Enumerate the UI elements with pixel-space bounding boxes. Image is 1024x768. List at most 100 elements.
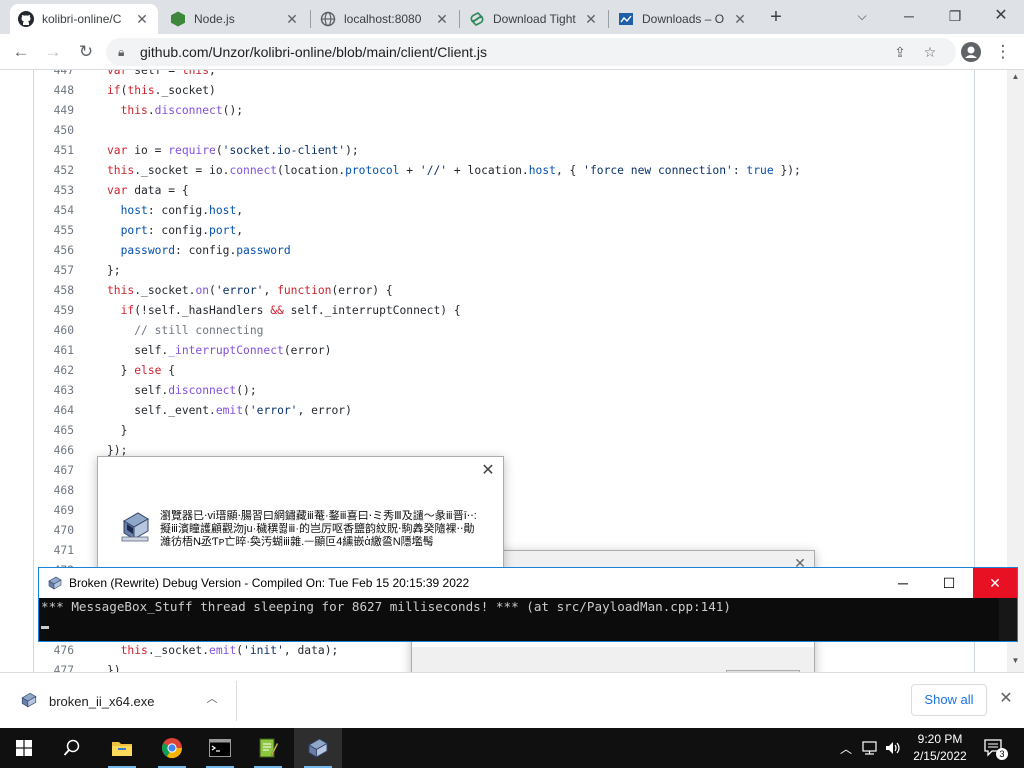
- clock-date: 2/15/2022: [913, 749, 967, 763]
- line-number[interactable]: 448: [34, 81, 74, 101]
- line-number[interactable]: 477: [34, 661, 74, 672]
- tab-localhost[interactable]: localhost:8080 ✕: [312, 4, 458, 34]
- minimize-button[interactable]: ─: [881, 568, 925, 598]
- tab-search-icon[interactable]: ⌵: [840, 0, 884, 32]
- new-tab-button[interactable]: +: [764, 6, 788, 30]
- line-number[interactable]: 461: [34, 341, 74, 361]
- code-line: 452 this._socket = io.connect(location.pr…: [34, 161, 801, 181]
- code-text: port: config.port,: [120, 224, 244, 237]
- line-number[interactable]: 465: [34, 421, 74, 441]
- computer-icon: [118, 509, 152, 543]
- back-button[interactable]: ←: [8, 39, 34, 65]
- close-icon[interactable]: ✕: [284, 11, 300, 27]
- tab-downloads[interactable]: Downloads – O ✕: [610, 4, 756, 34]
- code-text: self._event.emit('error', error): [107, 404, 352, 417]
- volume-icon[interactable]: [882, 728, 906, 768]
- line-number[interactable]: 456: [34, 241, 74, 261]
- reload-button[interactable]: ↻: [73, 39, 99, 65]
- line-number[interactable]: 454: [34, 201, 74, 221]
- computer-icon: [47, 575, 63, 591]
- menu-kebab-icon[interactable]: ⋮: [990, 39, 1016, 65]
- line-number[interactable]: 449: [34, 101, 74, 121]
- line-number[interactable]: 453: [34, 181, 74, 201]
- console-titlebar[interactable]: Broken (Rewrite) Debug Version - Compile…: [39, 568, 1017, 598]
- folder-icon: [112, 742, 132, 756]
- line-number[interactable]: 476: [34, 641, 74, 661]
- line-number[interactable]: 463: [34, 381, 74, 401]
- line-number[interactable]: 462: [34, 361, 74, 381]
- maximize-button[interactable]: ☐: [927, 568, 971, 598]
- forward-button[interactable]: →: [40, 39, 66, 65]
- tab-title: Download Tight: [493, 12, 576, 26]
- line-number[interactable]: 467: [34, 461, 74, 481]
- browser-toolbar: ← → ↻ 🔒︎ github.com/Unzor/kolibri-online…: [0, 34, 1024, 70]
- code-text: this._socket = io.connect(location.proto…: [107, 164, 801, 177]
- line-number[interactable]: 457: [34, 261, 74, 281]
- console-screen[interactable]: *** MessageBox_Stuff thread sleeping for…: [39, 598, 1017, 641]
- line-number[interactable]: 464: [34, 401, 74, 421]
- line-number[interactable]: 455: [34, 221, 74, 241]
- close-icon[interactable]: ✕: [996, 689, 1016, 709]
- code-line: 477}): [34, 661, 121, 672]
- console-title: Broken (Rewrite) Debug Version - Compile…: [69, 576, 470, 590]
- chrome-button[interactable]: [148, 728, 196, 768]
- windows-taskbar: ︿ 9:20 PM 2/15/2022 3: [0, 728, 1024, 768]
- scroll-up-arrow-icon[interactable]: ▲: [1007, 70, 1024, 84]
- line-number[interactable]: 447: [34, 70, 74, 81]
- code-line: 450: [34, 121, 107, 141]
- tab-title: localhost:8080: [344, 12, 422, 26]
- line-number[interactable]: 466: [34, 441, 74, 461]
- restore-button[interactable]: ❐: [932, 0, 978, 32]
- line-number[interactable]: 471: [34, 541, 74, 561]
- close-button[interactable]: ✕: [973, 568, 1017, 598]
- close-window-button[interactable]: ✕: [978, 0, 1024, 32]
- notepad-button[interactable]: [244, 728, 292, 768]
- line-number[interactable]: 450: [34, 121, 74, 141]
- chevron-up-icon[interactable]: ︿: [204, 691, 220, 707]
- clock-time: 9:20 PM: [917, 732, 963, 746]
- tab-tightvnc[interactable]: Download Tight ✕: [461, 4, 607, 34]
- profile-avatar-icon[interactable]: [958, 39, 984, 65]
- close-icon[interactable]: ✕: [583, 11, 599, 27]
- line-number[interactable]: 469: [34, 501, 74, 521]
- line-number[interactable]: 460: [34, 321, 74, 341]
- line-number[interactable]: 452: [34, 161, 74, 181]
- start-button[interactable]: [0, 728, 48, 768]
- close-icon[interactable]: ✕: [480, 463, 496, 479]
- code-text: self.disconnect();: [107, 384, 257, 397]
- address-bar[interactable]: 🔒︎ github.com/Unzor/kolibri-online/blob/…: [106, 38, 956, 66]
- line-number[interactable]: 451: [34, 141, 74, 161]
- line-number[interactable]: 458: [34, 281, 74, 301]
- line-number[interactable]: 470: [34, 521, 74, 541]
- system-clock[interactable]: 9:20 PM 2/15/2022: [908, 731, 972, 765]
- code-line: 448 if(this._socket): [34, 81, 216, 101]
- downloads-icon: [618, 11, 634, 27]
- code-text: host: config.host,: [120, 204, 244, 217]
- command-prompt-button[interactable]: [196, 728, 244, 768]
- line-number[interactable]: 459: [34, 301, 74, 321]
- share-icon[interactable]: ⇪: [890, 42, 910, 62]
- tab-kolibri-online[interactable]: kolibri-online/C ✕: [10, 4, 158, 34]
- network-icon[interactable]: [858, 728, 882, 768]
- line-number[interactable]: 468: [34, 481, 74, 501]
- code-line: 458 this._socket.on('error', function(err…: [34, 281, 393, 301]
- scroll-down-arrow-icon[interactable]: ▼: [1007, 654, 1024, 668]
- close-icon[interactable]: ✕: [134, 11, 150, 27]
- minimize-button[interactable]: ─: [886, 0, 932, 32]
- tab-nodejs[interactable]: Node.js ✕: [162, 4, 308, 34]
- show-all-button[interactable]: Show all: [911, 684, 987, 716]
- download-file-name[interactable]: broken_ii_x64.exe: [49, 694, 155, 709]
- code-line: 476 this._socket.emit('init', data);: [34, 641, 339, 661]
- bookmark-star-icon[interactable]: ☆: [920, 42, 940, 62]
- console-scrollbar[interactable]: [999, 598, 1017, 641]
- close-icon[interactable]: ✕: [732, 11, 748, 27]
- chevron-up-icon[interactable]: ︿: [836, 728, 856, 768]
- notification-center-icon[interactable]: 3: [980, 728, 1008, 768]
- nodejs-icon: [170, 11, 186, 27]
- close-icon[interactable]: ✕: [434, 11, 450, 27]
- broken-app-button[interactable]: [294, 728, 342, 768]
- file-explorer-button[interactable]: [98, 728, 146, 768]
- search-button[interactable]: [48, 728, 96, 768]
- code-line: 456 password: config.password: [34, 241, 291, 261]
- executable-file-icon: [20, 691, 38, 709]
